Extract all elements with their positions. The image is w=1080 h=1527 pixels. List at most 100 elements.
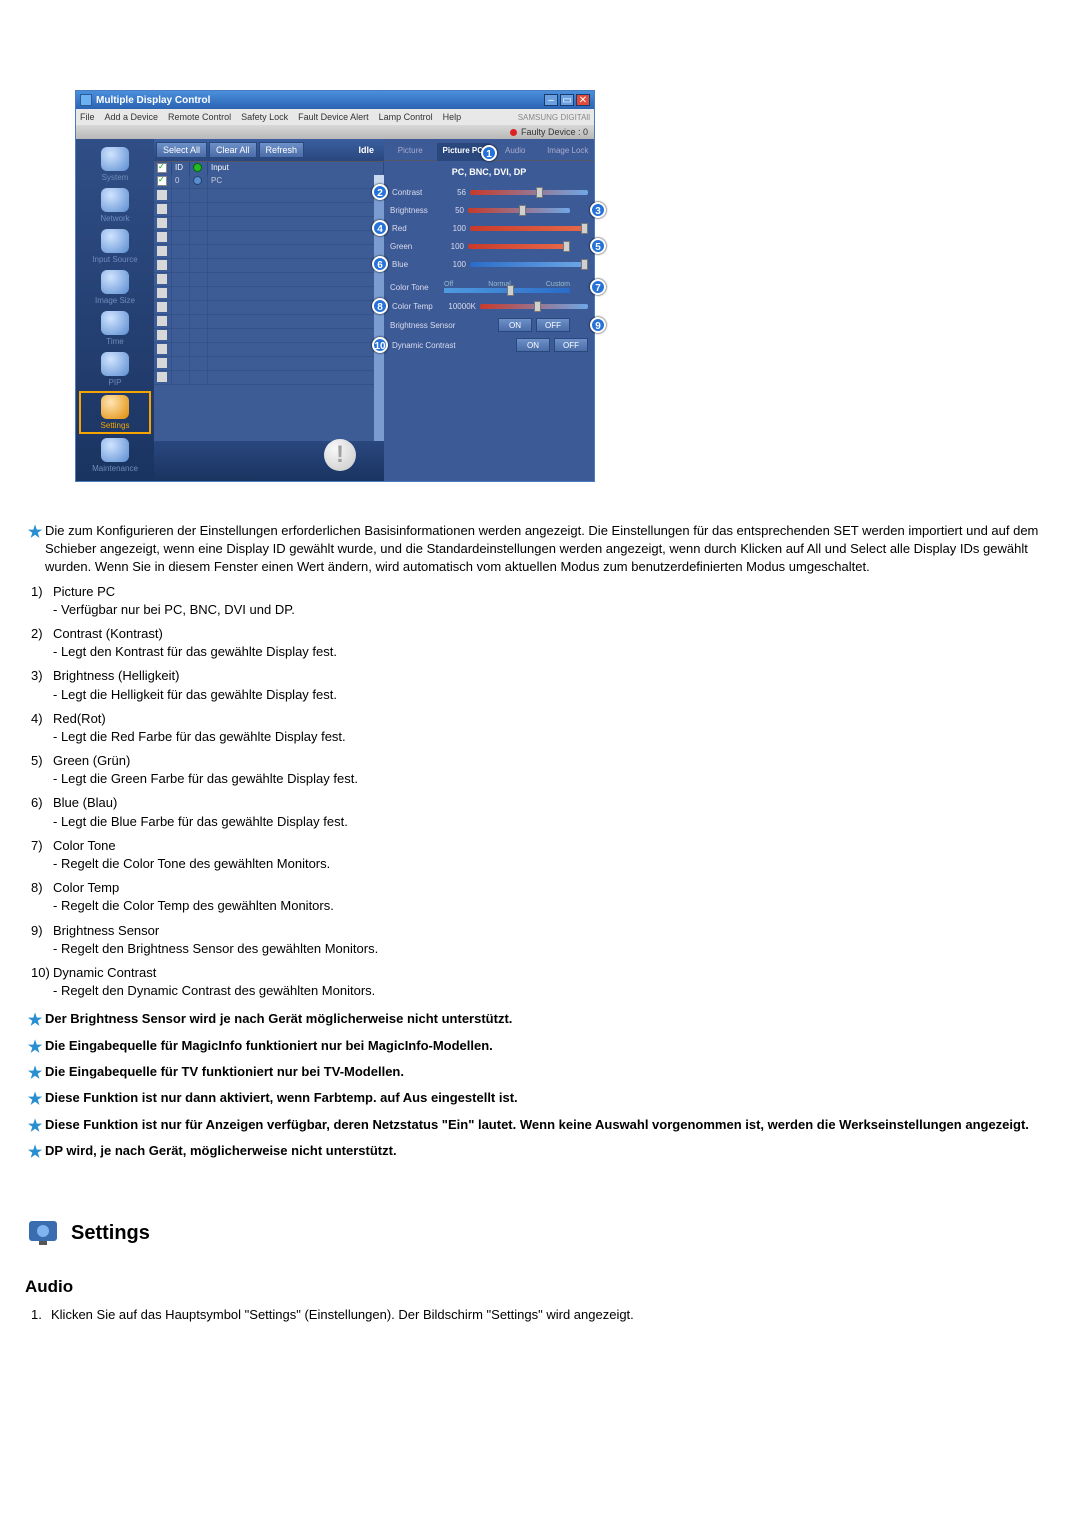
table-row[interactable] <box>154 329 384 343</box>
select-all-button[interactable]: Select All <box>156 142 207 158</box>
row-checkbox-icon[interactable] <box>157 218 167 228</box>
brightness-sensor-off[interactable]: OFF <box>536 318 570 332</box>
sidebar-label: Time <box>106 337 123 346</box>
menu-add-device[interactable]: Add a Device <box>105 112 159 122</box>
menu-lamp[interactable]: Lamp Control <box>379 112 433 122</box>
item-num: 8) <box>25 879 53 915</box>
menu-help[interactable]: Help <box>443 112 462 122</box>
blue-row: 6 Blue 100 <box>390 255 588 273</box>
row-checkbox-icon[interactable] <box>157 274 167 284</box>
table-row[interactable] <box>154 217 384 231</box>
brand-label: SAMSUNG DIGITAll <box>518 113 590 122</box>
table-row[interactable] <box>154 189 384 203</box>
table-row[interactable] <box>154 245 384 259</box>
item-desc: - Legt die Red Farbe für das gewählte Di… <box>53 728 1055 746</box>
sidebar-label: Network <box>100 214 129 223</box>
slider-thumb[interactable] <box>581 259 588 270</box>
tab-picture[interactable]: Picture <box>384 143 437 161</box>
notes-block: ★Der Brightness Sensor wird je nach Gerä… <box>25 1010 1055 1164</box>
grid-header: ID Input <box>154 161 384 175</box>
slider-thumb[interactable] <box>534 301 541 312</box>
row-checkbox-icon[interactable] <box>157 372 167 382</box>
table-row[interactable] <box>154 343 384 357</box>
list-item: 2)Contrast (Kontrast)- Legt den Kontrast… <box>25 625 1055 661</box>
row-checkbox-icon[interactable] <box>157 330 167 340</box>
note-text: DP wird, je nach Gerät, möglicherweise n… <box>45 1142 1055 1164</box>
row-checkbox-icon[interactable] <box>157 260 167 270</box>
blue-value: 100 <box>446 260 470 269</box>
table-row[interactable]: 0 PC <box>154 175 384 189</box>
color-tone-slider[interactable] <box>444 288 570 293</box>
row-checkbox-icon[interactable] <box>157 246 167 256</box>
dynamic-contrast-on[interactable]: ON <box>516 338 550 352</box>
refresh-button[interactable]: Refresh <box>259 142 305 158</box>
note-text: Die Eingabequelle für MagicInfo funktion… <box>45 1037 1055 1059</box>
sidebar-item-input-source[interactable]: Input Source <box>79 227 151 266</box>
callout-1: 1 <box>481 145 497 161</box>
tone-opt-off: Off <box>444 281 453 288</box>
slider-thumb[interactable] <box>519 205 526 216</box>
menu-fault[interactable]: Fault Device Alert <box>298 112 369 122</box>
item-title: Red(Rot) <box>53 710 1055 728</box>
color-temp-value: 10000K <box>446 302 480 311</box>
table-row[interactable] <box>154 287 384 301</box>
table-row[interactable] <box>154 301 384 315</box>
tab-image-lock[interactable]: Image Lock <box>542 143 595 161</box>
step-num: 1. <box>31 1306 51 1324</box>
row-checkbox-icon[interactable] <box>157 358 167 368</box>
sidebar-item-image-size[interactable]: Image Size <box>79 268 151 307</box>
sidebar-item-time[interactable]: Time <box>79 309 151 348</box>
menu-file[interactable]: File <box>80 112 95 122</box>
row-checkbox-icon[interactable] <box>157 190 167 200</box>
table-row[interactable] <box>154 203 384 217</box>
maximize-button[interactable]: ▭ <box>560 94 574 106</box>
note-item: ★Der Brightness Sensor wird je nach Gerä… <box>25 1010 1055 1032</box>
list-item: 8)Color Temp- Regelt die Color Temp des … <box>25 879 1055 915</box>
dynamic-contrast-off[interactable]: OFF <box>554 338 588 352</box>
item-desc: - Legt die Green Farbe für das gewählte … <box>53 770 1055 788</box>
blue-slider[interactable] <box>470 262 588 267</box>
red-slider[interactable] <box>470 226 588 231</box>
brightness-slider[interactable] <box>468 208 570 213</box>
slider-thumb[interactable] <box>581 223 588 234</box>
callout-10: 10 <box>372 337 388 353</box>
note-text: Diese Funktion ist nur dann aktiviert, w… <box>45 1089 1055 1111</box>
item-desc: - Regelt den Brightness Sensor des gewäh… <box>53 940 1055 958</box>
sidebar-item-pip[interactable]: PIP <box>79 350 151 389</box>
table-row[interactable] <box>154 273 384 287</box>
slider-thumb[interactable] <box>536 187 543 198</box>
table-row[interactable] <box>154 315 384 329</box>
row-checkbox-icon[interactable] <box>157 316 167 326</box>
table-row[interactable] <box>154 357 384 371</box>
header-checkbox-icon[interactable] <box>157 163 167 173</box>
row-checkbox-icon[interactable] <box>157 204 167 214</box>
close-button[interactable]: ✕ <box>576 94 590 106</box>
clear-all-button[interactable]: Clear All <box>209 142 257 158</box>
sidebar-item-network[interactable]: Network <box>79 186 151 225</box>
minimize-button[interactable]: – <box>544 94 558 106</box>
green-slider[interactable] <box>468 244 570 249</box>
slider-thumb[interactable] <box>507 285 514 296</box>
red-value: 100 <box>446 224 470 233</box>
window-title: Multiple Display Control <box>96 95 210 106</box>
table-row[interactable] <box>154 231 384 245</box>
menu-safety[interactable]: Safety Lock <box>241 112 288 122</box>
slider-thumb[interactable] <box>563 241 570 252</box>
image-size-icon <box>101 270 129 294</box>
row-checkbox-icon[interactable] <box>157 288 167 298</box>
row-checkbox-icon[interactable] <box>157 232 167 242</box>
brightness-sensor-on[interactable]: ON <box>498 318 532 332</box>
time-icon <box>101 311 129 335</box>
row-checkbox-icon[interactable] <box>157 302 167 312</box>
row-checkbox-icon[interactable] <box>157 344 167 354</box>
menu-remote[interactable]: Remote Control <box>168 112 231 122</box>
sidebar-item-maintenance[interactable]: Maintenance <box>79 436 151 475</box>
sidebar-item-system[interactable]: System <box>79 145 151 184</box>
sidebar-item-settings[interactable]: Settings <box>79 391 151 434</box>
callout-3: 3 <box>590 202 606 218</box>
table-row[interactable] <box>154 259 384 273</box>
contrast-slider[interactable] <box>470 190 588 195</box>
row-checkbox-icon[interactable] <box>157 176 167 186</box>
color-temp-slider[interactable] <box>480 304 588 309</box>
table-row[interactable] <box>154 371 384 385</box>
